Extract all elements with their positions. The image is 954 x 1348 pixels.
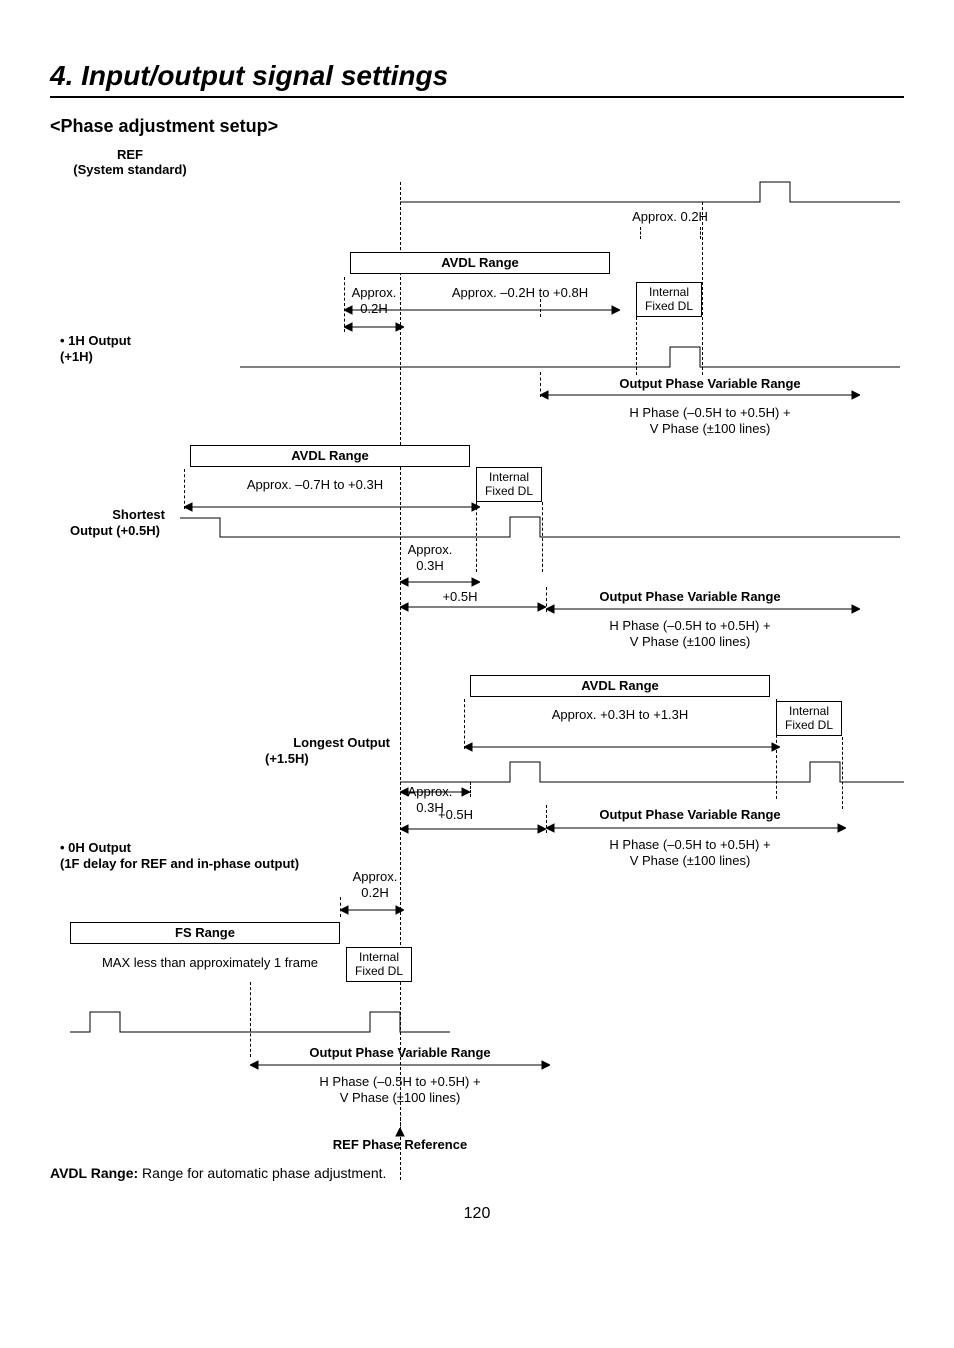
avdl-range-box-3: AVDL Range [470,675,770,697]
avdl-val-2: Approx. –0.7H to +0.3H [220,477,410,493]
avdl-val-1: Approx. –0.2H to +0.8H [420,285,620,301]
ifdl-1: Internal Fixed DL [636,282,702,317]
vphase-1: V Phase (±100 lines) [590,421,830,437]
ifdl-3-text: Internal Fixed DL [785,704,833,732]
approx02h-l4: Approx. 0.2H [345,869,405,902]
vphase-4: V Phase (±100 lines) [280,1090,520,1106]
ifdl-2: Internal Fixed DL [476,467,542,502]
approx03h-2: Approx. 0.3H [395,542,465,575]
footnote: AVDL Range: Range for automatic phase ad… [50,1165,386,1181]
section-title: <Phase adjustment setup> [50,116,904,137]
avdl-val-3: Approx. +0.3H to +1.3H [520,707,720,723]
hphase-2: H Phase (–0.5H to +0.5H) + [570,618,810,634]
page-number: 120 [50,1205,904,1223]
ifdl-3: Internal Fixed DL [776,701,842,736]
opvr-4: Output Phase Variable Range [270,1045,530,1061]
out0h: • 0H Output [60,840,131,856]
ifdl-4: Internal Fixed DL [346,947,412,982]
hphase-3: H Phase (–0.5H to +0.5H) + [570,837,810,853]
fs-val: MAX less than approximately 1 frame [80,955,340,971]
phase-diagram: REF (System standard) Approx. 0.2H AVDL … [50,147,904,1197]
opvr-2: Output Phase Variable Range [560,589,820,605]
longest: Longest Output [210,735,390,751]
ifdl-1-text: Internal Fixed DL [645,285,693,313]
ifdl-4-text: Internal Fixed DL [355,950,403,978]
hphase-4: H Phase (–0.5H to +0.5H) + [280,1074,520,1090]
chapter-title: 4. Input/output signal settings [50,60,904,98]
avdl-range-box-1: AVDL Range [350,252,610,274]
hphase-1: H Phase (–0.5H to +0.5H) + [590,405,830,421]
approx02h-l1: Approx. 0.2H [344,285,404,318]
ifdl-2-text: Internal Fixed DL [485,470,533,498]
out0h-sub: (1F delay for REF and in-phase output) [60,856,299,872]
approx02h-top: Approx. 0.2H [610,209,730,225]
ref-sub: (System standard) [40,162,220,178]
plus05h-3: +0.5H [438,807,473,823]
avdl-range-box-2: AVDL Range [190,445,470,467]
ref-phase-reference: REF Phase Reference [300,1137,500,1153]
vphase-3: V Phase (±100 lines) [570,853,810,869]
vphase-2: V Phase (±100 lines) [570,634,810,650]
ref-title: REF [70,147,190,163]
footnote-text: Range for automatic phase adjustment. [138,1165,386,1181]
fs-range-box: FS Range [70,922,340,944]
footnote-bold: AVDL Range: [50,1165,138,1181]
opvr-3: Output Phase Variable Range [560,807,820,823]
